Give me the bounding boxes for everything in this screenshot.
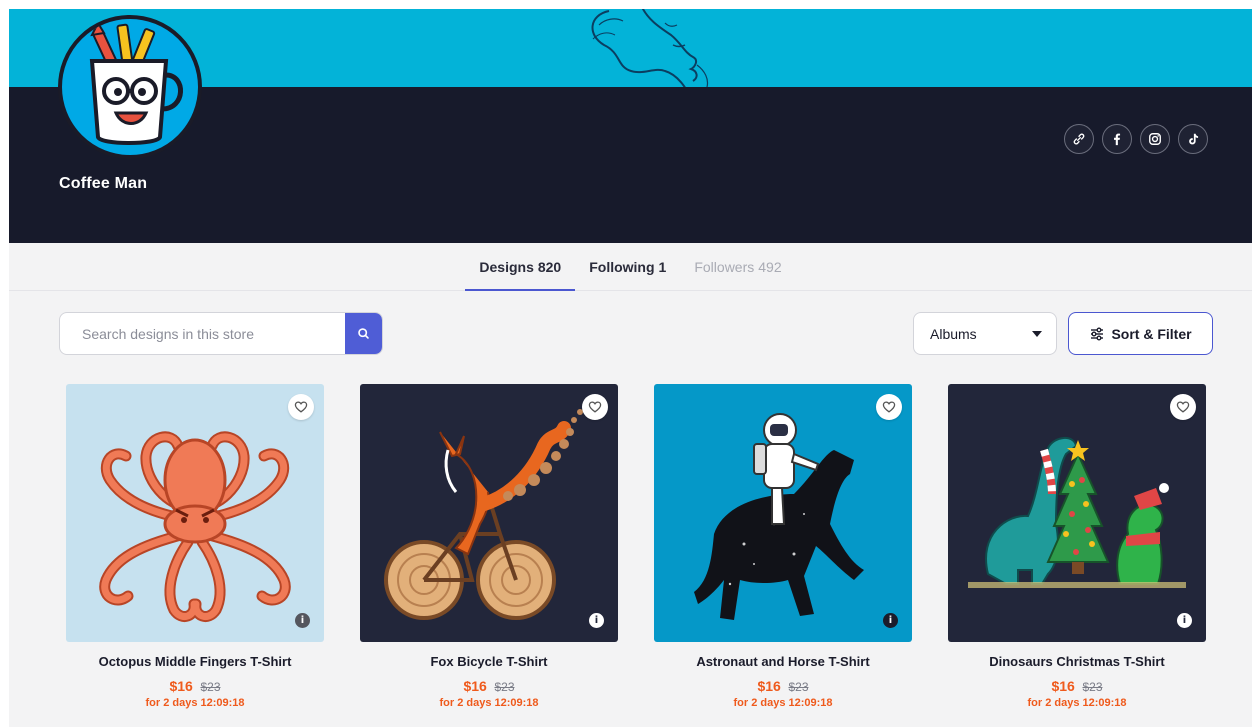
instagram-icon[interactable] (1140, 124, 1170, 154)
tab-label: Designs (479, 258, 534, 275)
product-price: $16 $23 (360, 678, 618, 694)
tiktok-icon[interactable] (1178, 124, 1208, 154)
search-button[interactable] (345, 313, 382, 354)
favorite-button[interactable] (288, 394, 314, 420)
sale-price: $16 (1051, 678, 1075, 694)
product-price: $16 $23 (654, 678, 912, 694)
tab-designs[interactable]: Designs 820 (465, 243, 576, 291)
original-price: $23 (1082, 680, 1103, 694)
product-card[interactable]: i Astronaut and Horse T-Shirt $16 $23 fo… (654, 384, 912, 709)
product-price: $16 $23 (66, 678, 324, 694)
search-input[interactable] (60, 313, 345, 354)
tab-following[interactable]: Following 1 (575, 243, 680, 290)
dinosaurs-christmas-artwork (968, 437, 1186, 588)
tab-followers[interactable]: Followers 492 (680, 243, 795, 290)
sale-price: $16 (463, 678, 487, 694)
tab-count: 492 (758, 258, 782, 275)
favorite-button[interactable] (1170, 394, 1196, 420)
sale-timer: for 2 days 12:09:18 (1027, 697, 1127, 709)
store-name: Coffee Man (59, 175, 148, 192)
original-price: $23 (788, 680, 809, 694)
heart-icon (1176, 401, 1190, 413)
info-icon[interactable]: i (1177, 613, 1192, 628)
product-image[interactable]: i (360, 384, 618, 642)
sort-filter-button[interactable]: Sort & Filter (1068, 312, 1213, 355)
product-card[interactable]: i Dinosaurs Christmas T-Shirt $16 $23 fo… (948, 384, 1206, 709)
sale-price: $16 (169, 678, 193, 694)
search-box (59, 312, 383, 355)
heart-icon (588, 401, 602, 413)
sale-timer: for 2 days 12:09:18 (145, 697, 245, 709)
fox-bicycle-artwork (384, 409, 583, 620)
coffee-mug-mascot-icon (89, 20, 183, 145)
favorite-button[interactable] (876, 394, 902, 420)
sketch-face-artwork (591, 9, 709, 87)
facebook-icon[interactable] (1102, 124, 1132, 154)
product-card[interactable]: i Fox Bicycle T-Shirt $16 $23 for 2 days… (360, 384, 618, 709)
store-page: Coffee Man Designs 820 Following 1 Follo… (9, 9, 1252, 727)
link-icon[interactable] (1064, 124, 1094, 154)
store-tabs: Designs 820 Following 1 Followers 492 (9, 243, 1252, 291)
product-price: $16 $23 (948, 678, 1206, 694)
info-icon[interactable]: i (295, 613, 310, 628)
product-image[interactable]: i (948, 384, 1206, 642)
heart-icon (882, 401, 896, 413)
store-banner: Coffee Man (9, 9, 1252, 243)
tab-label: Following (589, 258, 655, 275)
info-icon[interactable]: i (883, 613, 898, 628)
product-image[interactable]: i (654, 384, 912, 642)
original-price: $23 (200, 680, 221, 694)
albums-dropdown[interactable]: Albums (913, 312, 1057, 355)
sale-timer: for 2 days 12:09:18 (733, 697, 833, 709)
product-title[interactable]: Fox Bicycle T-Shirt (360, 654, 618, 669)
albums-selected-value: Albums (930, 325, 977, 342)
heart-icon (294, 401, 308, 413)
store-avatar[interactable] (58, 15, 202, 159)
astronaut-horse-artwork (694, 413, 864, 620)
product-image[interactable]: i (66, 384, 324, 642)
sliders-icon (1091, 327, 1104, 340)
sale-timer: for 2 days 12:09:18 (439, 697, 539, 709)
info-icon[interactable]: i (589, 613, 604, 628)
sort-filter-label: Sort & Filter (1111, 325, 1192, 342)
original-price: $23 (494, 680, 515, 694)
product-card[interactable]: i Octopus Middle Fingers T-Shirt $16 $23… (66, 384, 324, 709)
product-title[interactable]: Dinosaurs Christmas T-Shirt (948, 654, 1206, 669)
product-title[interactable]: Octopus Middle Fingers T-Shirt (66, 654, 324, 669)
sale-price: $16 (757, 678, 781, 694)
octopus-artwork (99, 431, 291, 622)
tab-label: Followers (694, 258, 755, 275)
search-icon (358, 328, 369, 339)
tab-count: 820 (537, 258, 562, 275)
social-links (1064, 124, 1208, 154)
product-title[interactable]: Astronaut and Horse T-Shirt (654, 654, 912, 669)
favorite-button[interactable] (582, 394, 608, 420)
chevron-down-icon (1032, 330, 1042, 337)
tab-count: 1 (658, 258, 667, 275)
